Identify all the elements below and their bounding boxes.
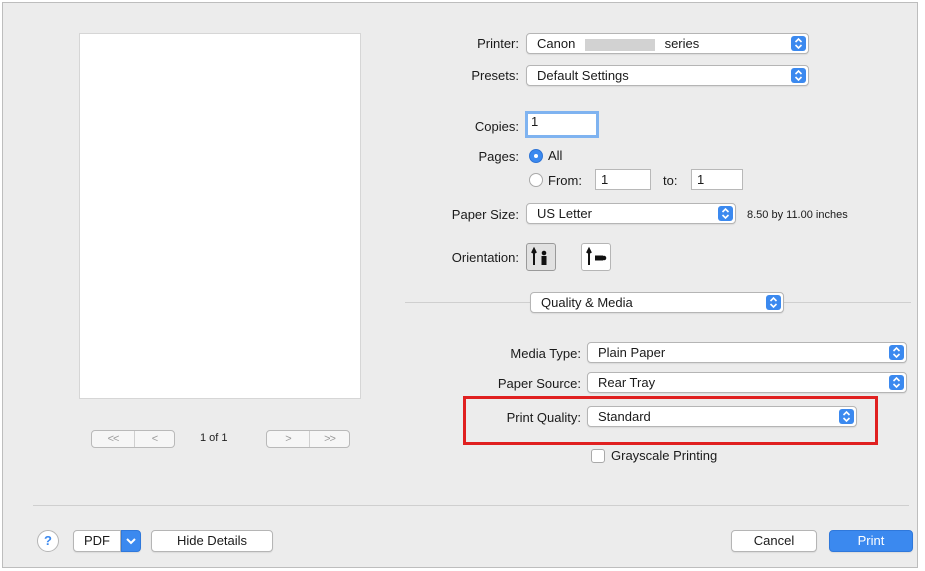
paper-source-value: Rear Tray [598, 375, 656, 390]
pdf-button[interactable]: PDF [73, 530, 121, 552]
pages-label: Pages: [478, 149, 519, 164]
media-type-popup[interactable]: Plain Paper [587, 342, 907, 363]
paper-source-popup[interactable]: Rear Tray [587, 372, 907, 393]
help-button[interactable]: ? [37, 530, 59, 552]
next-page-button[interactable]: > [267, 431, 309, 447]
up-down-chevron-icon [791, 68, 806, 83]
paper-size-value: US Letter [537, 206, 592, 221]
paper-size-popup[interactable]: US Letter [526, 203, 736, 224]
landscape-orientation-icon [586, 246, 607, 265]
pages-all-radio[interactable] [529, 149, 543, 163]
preview-back-nav: << < [91, 430, 175, 448]
page-count: 1 of 1 [200, 432, 228, 444]
printer-popup[interactable]: Canon series [526, 33, 809, 54]
pages-range-radio[interactable] [529, 173, 543, 187]
up-down-chevron-icon [889, 345, 904, 360]
printer-name-prefix: Canon [537, 36, 576, 51]
paper-dimensions: 8.50 by 11.00 inches [747, 209, 848, 221]
portrait-orientation-button[interactable] [526, 243, 556, 271]
footer-divider [33, 505, 909, 506]
media-type-value: Plain Paper [598, 345, 666, 360]
presets-value: Default Settings [537, 68, 629, 83]
last-page-button[interactable]: >> [309, 431, 349, 447]
media-type-label: Media Type: [510, 346, 581, 361]
up-down-chevron-icon [718, 206, 733, 221]
hide-details-button[interactable]: Hide Details [151, 530, 273, 552]
grayscale-label: Grayscale Printing [611, 448, 718, 463]
presets-popup[interactable]: Default Settings [526, 65, 809, 86]
portrait-orientation-icon [531, 246, 547, 265]
up-down-chevron-icon [766, 295, 781, 310]
previous-page-button[interactable]: < [134, 431, 174, 447]
pages-from-label: From: [548, 173, 582, 188]
first-page-button[interactable]: << [92, 431, 134, 447]
copies-field[interactable]: 1 [525, 111, 599, 138]
landscape-orientation-button[interactable] [581, 243, 611, 271]
page-preview [79, 33, 361, 399]
chevron-down-icon [126, 538, 136, 545]
copies-label: Copies: [474, 119, 519, 134]
pages-all-label: All [548, 148, 563, 163]
printer-label: Printer: [477, 36, 519, 51]
pdf-menu-button[interactable] [121, 530, 141, 552]
print-quality-highlight [463, 396, 878, 445]
printer-model-redacted [584, 38, 655, 51]
pages-to-label: to: [663, 173, 678, 188]
presets-label: Presets: [471, 68, 519, 83]
paper-source-label: Paper Source: [497, 376, 581, 391]
preview-forward-nav: > >> [266, 430, 350, 448]
orientation-label: Orientation: [451, 250, 519, 265]
grayscale-checkbox[interactable] [591, 449, 605, 463]
up-down-chevron-icon [889, 375, 904, 390]
section-popup[interactable]: Quality & Media [530, 292, 784, 313]
cancel-button[interactable]: Cancel [731, 530, 817, 552]
pages-to-field[interactable]: 1 [691, 169, 743, 190]
up-down-chevron-icon [791, 36, 806, 51]
pages-from-field[interactable]: 1 [595, 169, 651, 190]
print-dialog: << < 1 of 1 > >> Printer: Canon series P… [2, 2, 918, 568]
print-button[interactable]: Print [829, 530, 913, 552]
section-value: Quality & Media [541, 295, 633, 310]
printer-name-suffix: series [664, 36, 700, 51]
paper-size-label: Paper Size: [451, 207, 519, 222]
